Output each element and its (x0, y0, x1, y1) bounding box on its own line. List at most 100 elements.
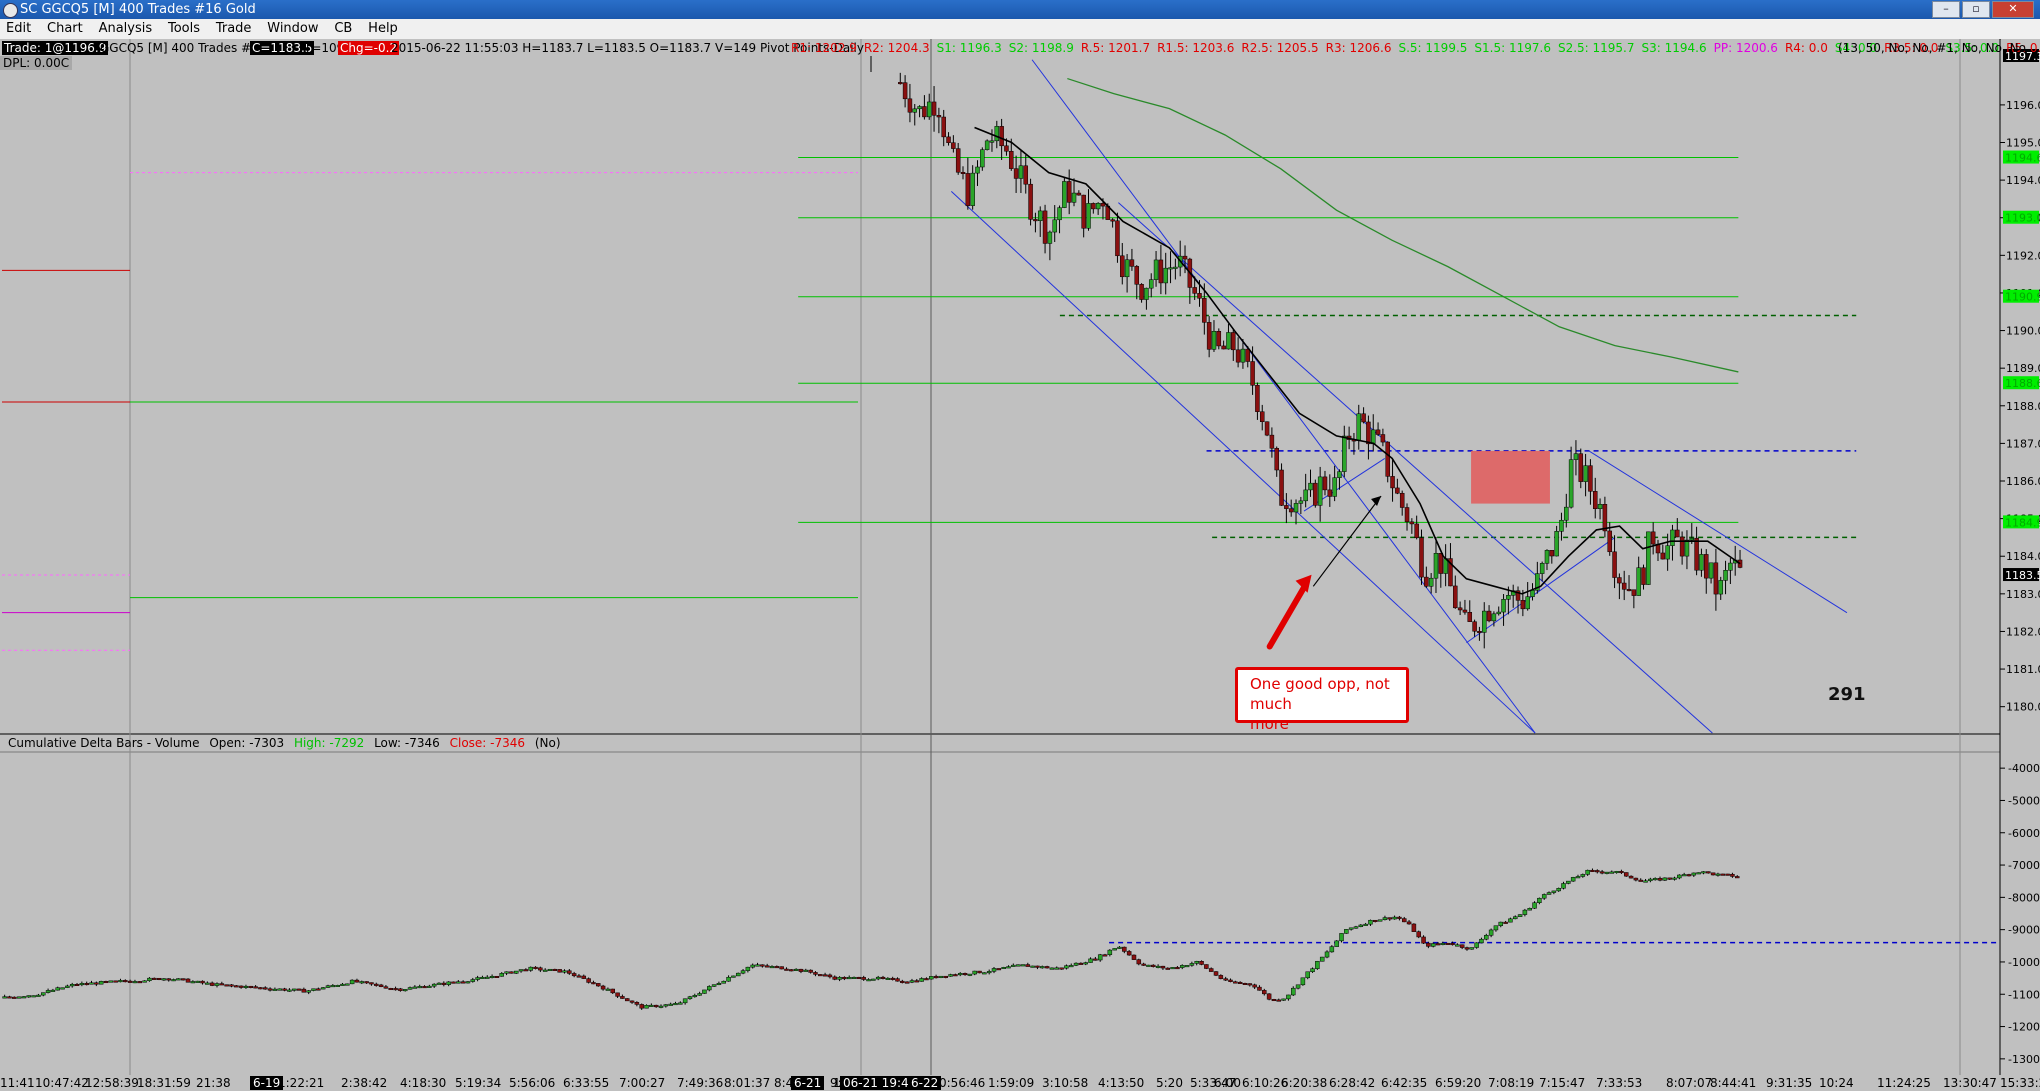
delta-tick-label: -13000 (2008, 1053, 2040, 1066)
delta-bar-up (402, 989, 408, 992)
delta-bar-down (1136, 959, 1142, 965)
delta-bar-down (1237, 981, 1243, 984)
pivot-value: R.5: 1201.7 (1080, 41, 1151, 55)
delta-bar-down (1078, 962, 1084, 965)
delta-bar-down (1450, 943, 1455, 946)
annotation-line-1: One good opp, not much (1250, 675, 1390, 713)
candle-up (1496, 611, 1501, 615)
delta-bar-down (451, 981, 456, 984)
candle-down (1134, 266, 1140, 285)
candle-down (1414, 523, 1419, 539)
delta-bar-up (1300, 977, 1306, 986)
delta-bar-down (1686, 874, 1692, 877)
delta-bar-up (330, 985, 336, 988)
delta-bar-up (1319, 956, 1325, 962)
delta-bar-down (7, 996, 12, 999)
delta-bar-up (793, 968, 799, 971)
delta-bar-up (142, 980, 147, 983)
delta-bar-up (1064, 965, 1069, 969)
candle-down (1245, 348, 1251, 362)
delta-bar-down (1619, 871, 1624, 874)
price-tag: 1193.0 (2005, 212, 2040, 225)
delta-bar-up (1006, 966, 1011, 969)
time-label: 8:44:41 (1710, 1076, 1757, 1090)
candle-up (1636, 567, 1641, 596)
price-tick-label: 1182.0 (2006, 625, 2040, 638)
delta-bar-down (895, 978, 900, 982)
time-label: 18:31:59 (137, 1076, 191, 1090)
candle-down (1588, 465, 1593, 492)
delta-bar-up (982, 972, 987, 975)
candle-down (1322, 476, 1328, 491)
price-tick-label: 1196.0 (2006, 99, 2040, 112)
candle-up (1052, 219, 1057, 233)
delta-bar-down (861, 977, 866, 980)
delta-bar-down (509, 971, 514, 974)
delta-bar-up (1315, 961, 1320, 969)
delta-bar-down (779, 966, 784, 970)
candle-down (1477, 630, 1482, 633)
candle-down (907, 98, 913, 113)
delta-bar-down (316, 988, 321, 991)
candle-down (1438, 553, 1444, 574)
candle-down (1675, 529, 1680, 538)
delta-bar-up (1527, 907, 1532, 911)
time-label: 13:30:47 (1943, 1076, 1997, 1090)
delta-bar-down (1633, 877, 1639, 881)
study-extra: (No) (534, 736, 561, 750)
candle-down (1390, 476, 1395, 489)
delta-bar-up (1517, 914, 1523, 917)
delta-bar-up (1281, 998, 1286, 1001)
delta-bar-down (1397, 916, 1402, 919)
delta-bar-up (1073, 962, 1079, 966)
delta-bar-down (610, 988, 615, 994)
candle-down (1216, 331, 1222, 347)
delta-bar-up (1585, 869, 1590, 875)
delta-bar-up (176, 978, 181, 981)
delta-bar-up (36, 994, 41, 997)
delta-bar-up (1715, 873, 1721, 876)
price-tick-label: 1180.0 (2006, 701, 2040, 714)
price-tag: 1190.9 (2005, 291, 2040, 304)
delta-bar-down (1093, 958, 1098, 961)
annotation-note[interactable]: One good opp, not much more (1235, 667, 1409, 733)
time-label: 5:20 (1156, 1076, 1183, 1090)
delta-bar-down (229, 984, 234, 987)
delta-bar-up (1363, 923, 1368, 926)
candle-up (1723, 570, 1728, 581)
time-label: 10:47:42 (35, 1076, 89, 1090)
candle-down (941, 116, 946, 138)
candle-down (1004, 145, 1009, 152)
delta-bar-up (412, 986, 418, 989)
delta-bar-down (784, 968, 789, 971)
candle-down (1288, 508, 1294, 513)
delta-bar-up (678, 1002, 683, 1005)
delta-bar-down (914, 980, 920, 983)
candle-down (1279, 469, 1284, 506)
pivot-value: PP: 1200.6 (1713, 41, 1778, 55)
delta-bar-up (687, 996, 693, 1000)
delta-bar-down (818, 974, 823, 977)
candle-up (984, 140, 990, 150)
price-tick-label: 1190.0 (2006, 325, 2040, 338)
delta-bar-up (1088, 958, 1093, 963)
candle-down (1660, 552, 1666, 560)
delta-bar-up (1537, 897, 1542, 903)
delta-bar-down (1503, 921, 1508, 924)
delta-bar-up (1097, 954, 1103, 961)
delta-bar-down (596, 983, 601, 987)
time-label: 5:56:06 (509, 1076, 556, 1090)
delta-bar-up (1358, 924, 1364, 927)
time-label: 11:41 (0, 1076, 35, 1090)
delta-bar-down (1445, 942, 1450, 945)
price-chart-canvas[interactable]: 1196.01195.01194.01193.01192.01191.01190… (0, 0, 2040, 1091)
delta-bar-down (1623, 872, 1629, 877)
delta-tick-label: -12000 (2008, 1021, 2040, 1034)
delta-bar-up (1508, 918, 1513, 923)
delta-bar-down (774, 966, 780, 969)
price-tick-label: 1192.0 (2006, 249, 2040, 262)
candle-down (931, 101, 937, 116)
candle-up (1428, 577, 1434, 587)
time-label: 8:07:07 (1666, 1076, 1713, 1090)
delta-bar-down (388, 988, 393, 991)
